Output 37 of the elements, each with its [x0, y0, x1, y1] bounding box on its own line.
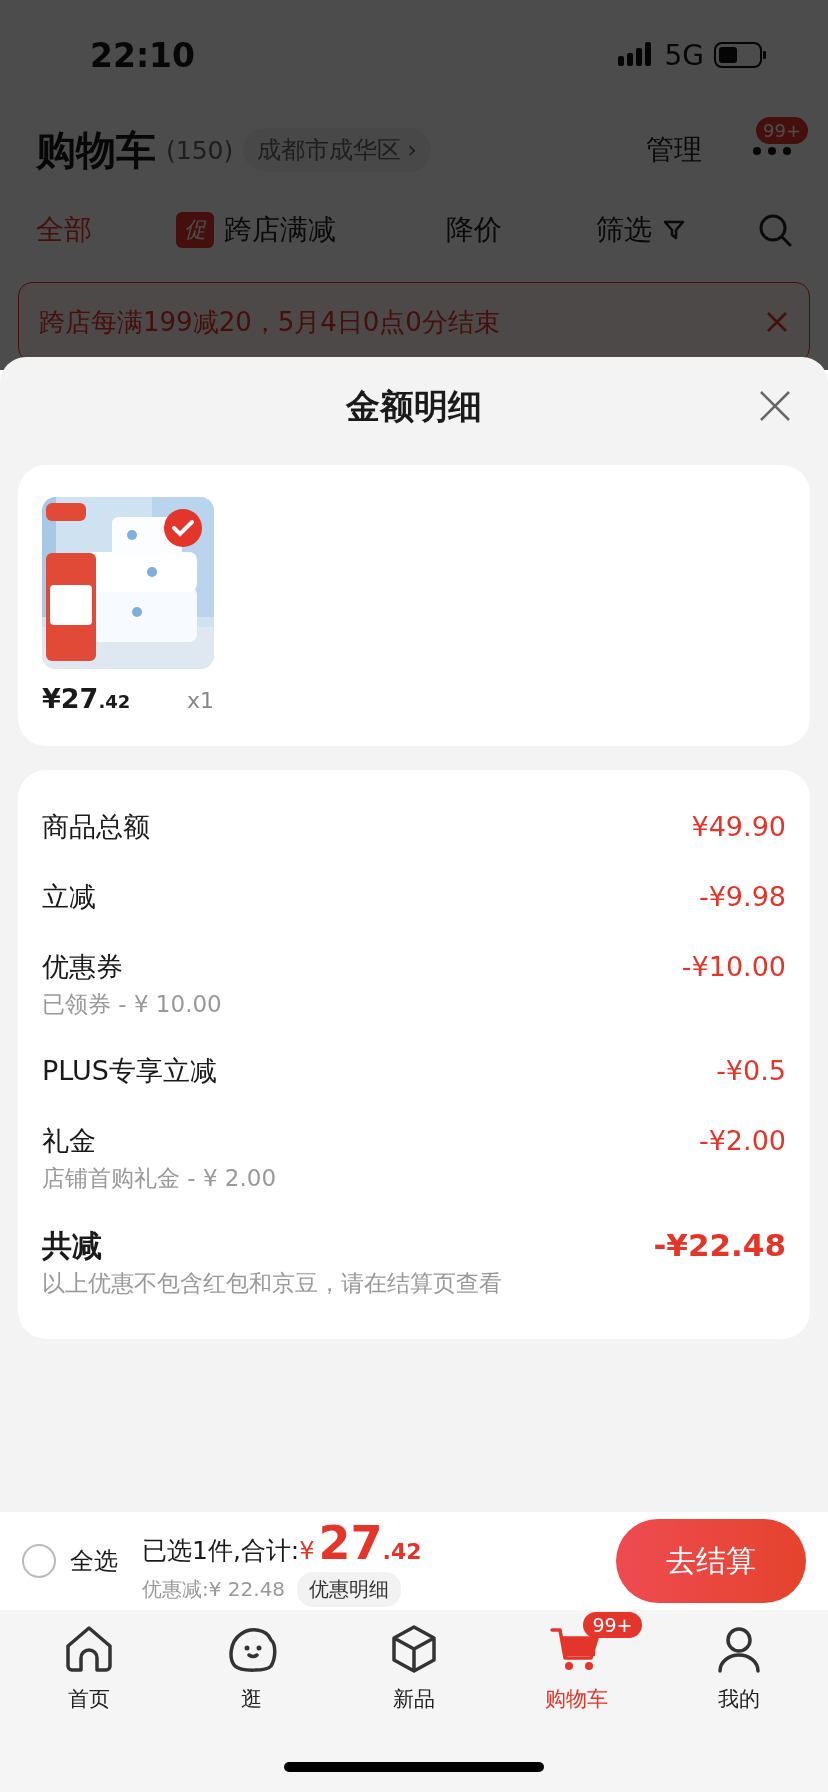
line-amount: -¥22.48 — [653, 1226, 786, 1265]
cart-badge: 99+ — [583, 1612, 642, 1638]
tab-bar-item[interactable]: 新品 — [332, 1610, 496, 1713]
tab-bar-item[interactable]: 逛 — [170, 1610, 333, 1713]
checkout-button[interactable]: 去结算 — [616, 1519, 806, 1603]
tab-bar-item[interactable]: 首页 — [8, 1610, 171, 1713]
line-label: 优惠券 — [42, 950, 124, 984]
discount-details-button[interactable]: 优惠明细 — [297, 1571, 402, 1607]
status-time: 22:10 — [90, 35, 197, 75]
line-label: 礼金 — [42, 1124, 97, 1158]
network-label: 5G — [664, 38, 704, 72]
product-quantity: x1 — [186, 688, 214, 713]
banner-text: 跨店每满199减20，5月4日0点0分结束 — [39, 305, 501, 339]
line-note: 店铺首购礼金 - ¥ 2.00 — [42, 1164, 277, 1193]
line-amount: -¥9.98 — [698, 880, 786, 914]
line-amount: -¥2.00 — [698, 1124, 786, 1158]
close-icon[interactable] — [758, 389, 792, 423]
tab-bar-item[interactable]: 99+ 购物车 — [495, 1610, 658, 1713]
line-amount: -¥10.00 — [681, 950, 786, 984]
line-amount: -¥0.5 — [716, 1054, 786, 1088]
tab-bar-item[interactable]: 我的 — [657, 1610, 820, 1713]
total-price: ¥27.42 — [299, 1515, 422, 1570]
checkmark-icon[interactable] — [164, 509, 202, 547]
select-all-checkbox[interactable] — [22, 1544, 56, 1578]
discount-total: 优惠减:¥ 22.48 — [142, 1575, 286, 1603]
line-label: PLUS专享立减 — [42, 1054, 217, 1088]
page-title: 购物车 — [36, 125, 156, 175]
line-amount: ¥49.90 — [691, 810, 786, 844]
select-all-label: 全选 — [70, 1546, 118, 1577]
line-label: 共减 — [42, 1227, 103, 1265]
line-note: 以上优惠不包含红包和京豆，请在结算页查看 — [42, 1269, 502, 1298]
line-note: 已领券 - ¥ 10.00 — [42, 990, 222, 1019]
line-label: 立减 — [42, 880, 96, 914]
selection-summary: 已选1件,合计: — [142, 1534, 300, 1567]
sheet-title: 金额明细 — [346, 385, 482, 428]
product-price: ¥27.42 — [42, 683, 131, 714]
line-label: 商品总额 — [42, 810, 150, 844]
